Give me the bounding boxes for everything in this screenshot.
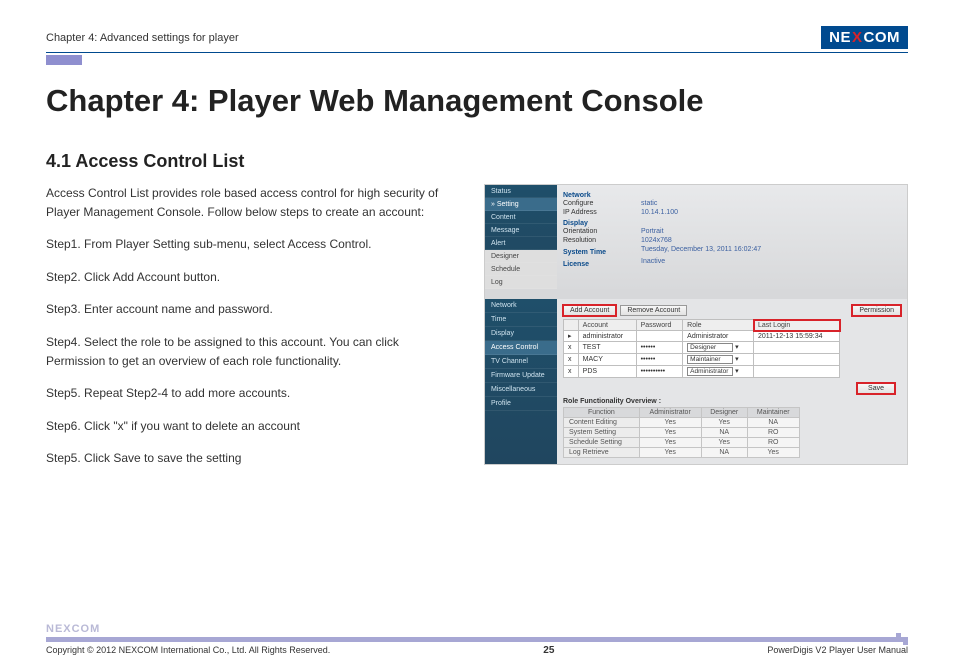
chapter-label: Chapter 4: Advanced settings for player bbox=[46, 32, 239, 44]
doc-title: PowerDigis V2 Player User Manual bbox=[767, 645, 908, 656]
main-sidebar: Status » Setting Content Message Alert D… bbox=[485, 185, 557, 289]
save-button[interactable]: Save bbox=[857, 383, 895, 394]
sidebar-item-alert[interactable]: Alert bbox=[485, 237, 557, 250]
sidebar-item-message[interactable]: Message bbox=[485, 224, 557, 237]
intro-paragraph: Access Control List provides role based … bbox=[46, 184, 456, 221]
sidebar-item-schedule[interactable]: Schedule bbox=[485, 263, 557, 276]
sub-item-tv-channel[interactable]: TV Channel bbox=[485, 355, 557, 369]
permission-button[interactable]: Permission bbox=[852, 305, 901, 316]
role-overview-table: Function Administrator Designer Maintain… bbox=[563, 407, 800, 458]
info-row: Resolution1024x768 bbox=[563, 236, 901, 245]
sub-item-display[interactable]: Display bbox=[485, 327, 557, 341]
step-6: Step6. Click "x" if you want to delete a… bbox=[46, 417, 456, 436]
sub-item-firmware[interactable]: Firmware Update bbox=[485, 369, 557, 383]
sidebar-item-log[interactable]: Log bbox=[485, 276, 557, 289]
info-row: OrientationPortrait bbox=[563, 227, 901, 236]
sidebar-item-content[interactable]: Content bbox=[485, 211, 557, 224]
sub-item-profile[interactable]: Profile bbox=[485, 397, 557, 411]
sidebar-item-setting[interactable]: » Setting bbox=[485, 198, 557, 211]
sub-item-access-control[interactable]: Access Control bbox=[485, 341, 557, 355]
overview-heading: Role Functionality Overview : bbox=[563, 398, 901, 405]
copyright-text: Copyright © 2012 NEXCOM International Co… bbox=[46, 645, 330, 656]
table-row: x TEST •••••• Designer ▾ bbox=[564, 342, 840, 354]
systime-header: System Time bbox=[563, 249, 641, 256]
accounts-table: Account Password Role Last Login ▸ admin… bbox=[563, 319, 840, 378]
role-select[interactable]: Designer bbox=[687, 343, 733, 352]
sub-item-network[interactable]: Network bbox=[485, 299, 557, 313]
page-number: 25 bbox=[543, 645, 554, 656]
sidebar-item-designer[interactable]: Designer bbox=[485, 250, 557, 263]
section-heading: 4.1 Access Control List bbox=[46, 151, 908, 172]
page-title: Chapter 4: Player Web Management Console bbox=[46, 83, 908, 119]
step-2: Step2. Click Add Account button. bbox=[46, 268, 456, 287]
info-row: Configurestatic bbox=[563, 199, 901, 208]
display-header: Display bbox=[563, 220, 901, 227]
sub-item-misc[interactable]: Miscellaneous bbox=[485, 383, 557, 397]
step-7: Step5. Click Save to save the setting bbox=[46, 449, 456, 468]
page-footer: NEXCOM Copyright © 2012 NEXCOM Internati… bbox=[46, 623, 908, 656]
step-1: Step1. From Player Setting sub-menu, sel… bbox=[46, 235, 456, 254]
step-5: Step5. Repeat Step2-4 to add more accoun… bbox=[46, 384, 456, 403]
table-row: x MACY •••••• Maintainer ▾ bbox=[564, 354, 840, 366]
table-row: ▸ administrator Administrator 2011-12-13… bbox=[564, 331, 840, 342]
step-3: Step3. Enter account name and password. bbox=[46, 300, 456, 319]
page-tab-marker bbox=[46, 55, 82, 65]
remove-account-button[interactable]: Remove Account bbox=[620, 305, 687, 316]
page-header: Chapter 4: Advanced settings for player … bbox=[46, 26, 908, 49]
header-rule bbox=[46, 52, 908, 53]
logo-text-x: X bbox=[852, 29, 863, 46]
screenshot-figure: Status » Setting Content Message Alert D… bbox=[484, 184, 908, 482]
role-select[interactable]: Administrator bbox=[687, 367, 733, 376]
sidebar-item-status[interactable]: Status bbox=[485, 185, 557, 198]
info-panel: Network Configurestatic IP Address10.14.… bbox=[557, 185, 907, 289]
step-4: Step4. Select the role to be assigned to… bbox=[46, 333, 456, 370]
nexcom-logo: NEXCOM bbox=[821, 26, 908, 49]
role-select[interactable]: Maintainer bbox=[687, 355, 733, 364]
table-row: x PDS •••••••••• Administrator ▾ bbox=[564, 366, 840, 378]
sub-item-time[interactable]: Time bbox=[485, 313, 557, 327]
network-header: Network bbox=[563, 192, 901, 199]
footer-bar bbox=[46, 637, 908, 642]
license-header: License bbox=[563, 261, 641, 268]
logo-text-pre: NE bbox=[829, 29, 851, 46]
info-row: IP Address10.14.1.100 bbox=[563, 208, 901, 217]
footer-logo: NEXCOM bbox=[46, 623, 908, 635]
settings-sidebar: Network Time Display Access Control TV C… bbox=[485, 299, 557, 464]
body-text: Access Control List provides role based … bbox=[46, 184, 456, 482]
logo-text-post: COM bbox=[864, 29, 901, 46]
add-account-button[interactable]: Add Account bbox=[563, 305, 616, 316]
